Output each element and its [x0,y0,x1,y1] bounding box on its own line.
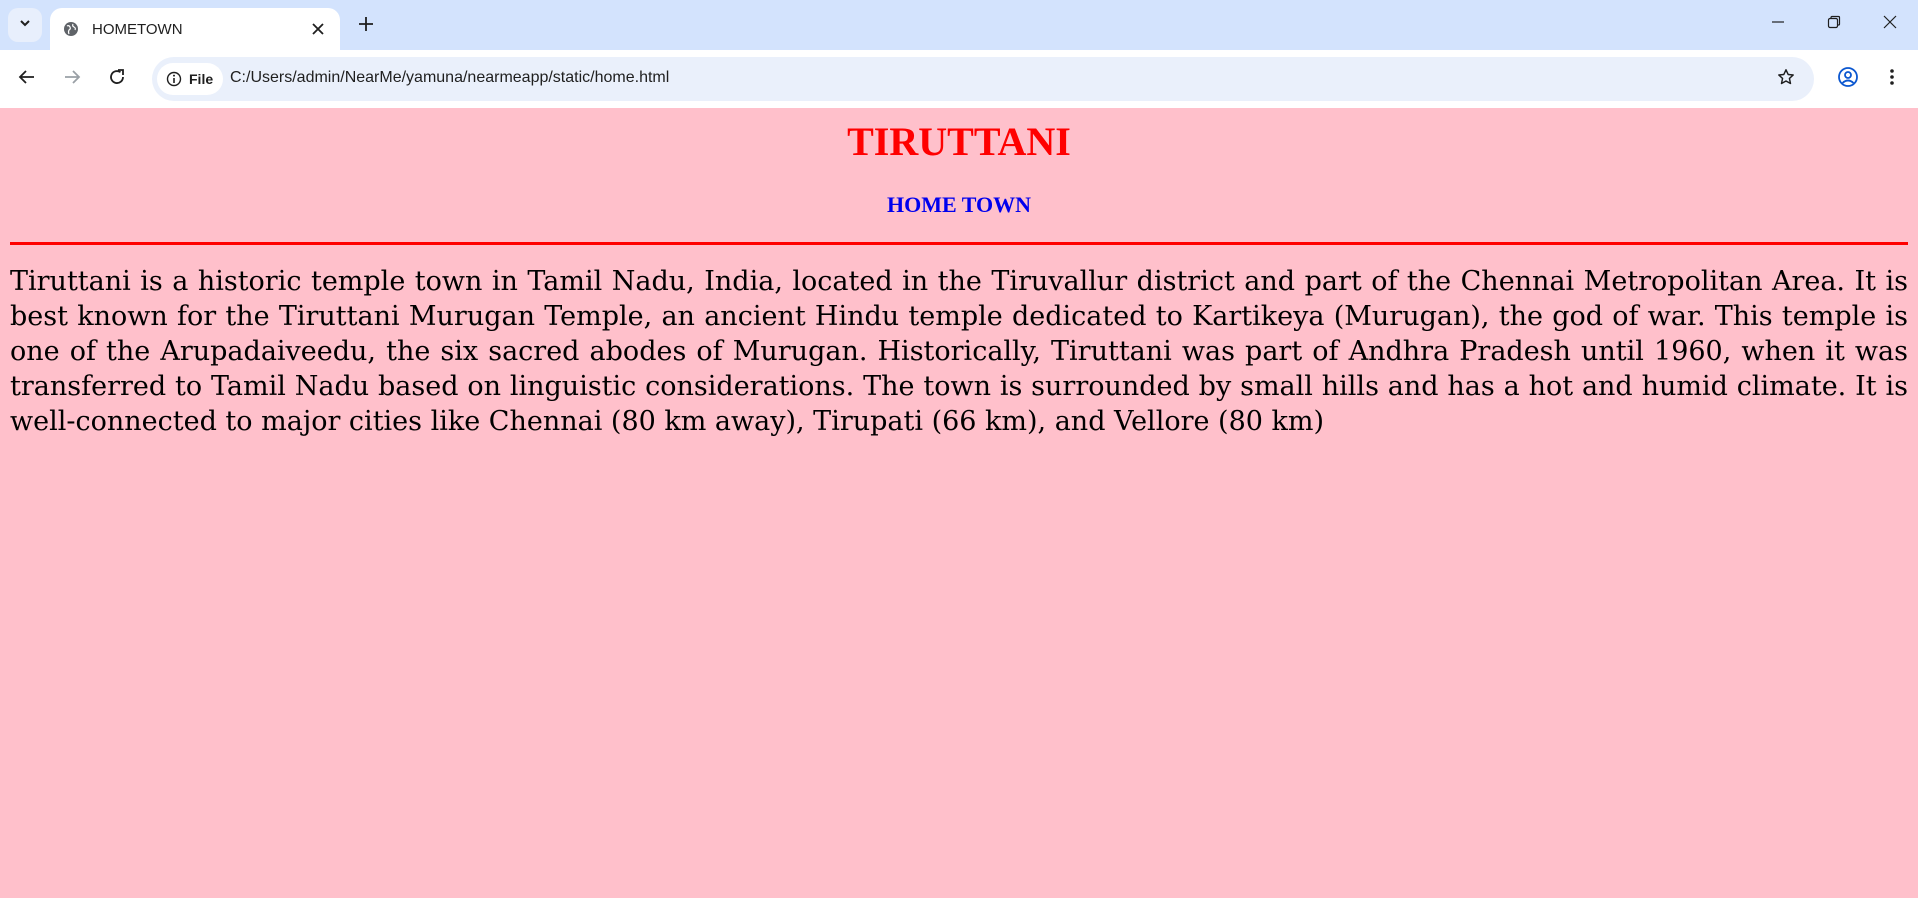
plus-icon [358,16,374,37]
restore-icon [1827,15,1841,34]
url-text[interactable]: C:/Users/admin/NearMe/yamuna/nearmeapp/s… [230,69,669,87]
info-icon [165,70,183,88]
reload-icon [108,68,126,91]
bookmark-button[interactable] [1772,65,1800,93]
close-icon [1883,15,1897,34]
tab-title: HOMETOWN [92,20,183,38]
star-icon [1777,68,1795,91]
restore-button[interactable] [1812,6,1856,42]
back-button[interactable] [11,63,43,95]
browser-titlebar: HOMETOWN [0,0,1918,50]
new-tab-button[interactable] [352,12,380,40]
browser-tab[interactable]: HOMETOWN [50,8,340,50]
arrow-right-icon [63,68,81,91]
arrow-left-icon [18,68,36,91]
kebab-menu-icon [1889,68,1895,91]
forward-button[interactable] [56,63,88,95]
browser-toolbar: File C:/Users/admin/NearMe/yamuna/nearme… [0,50,1918,109]
site-chip-label: File [189,71,214,87]
page-body-text: Tiruttani is a historic temple town in T… [10,266,1908,437]
globe-icon [62,20,80,38]
profile-button[interactable] [1832,63,1864,95]
minimize-icon [1771,15,1785,34]
profile-icon [1837,66,1859,93]
site-info-chip[interactable]: File [157,63,223,95]
window-close-button[interactable] [1868,6,1912,42]
page-content: TIRUTTANI HOME TOWN Tiruttani is a histo… [0,108,1918,898]
reload-button[interactable] [101,63,133,95]
page-title: TIRUTTANI [847,119,1071,164]
browser-menu-button[interactable] [1876,63,1908,95]
minimize-button[interactable] [1756,6,1800,42]
close-icon[interactable] [306,17,330,41]
tab-search-button[interactable] [8,8,42,42]
page-subtitle: HOME TOWN [886,192,1032,217]
address-bar[interactable]: File C:/Users/admin/NearMe/yamuna/nearme… [152,57,1814,101]
horizontal-rule [10,242,1908,245]
chevron-down-icon [18,16,32,35]
